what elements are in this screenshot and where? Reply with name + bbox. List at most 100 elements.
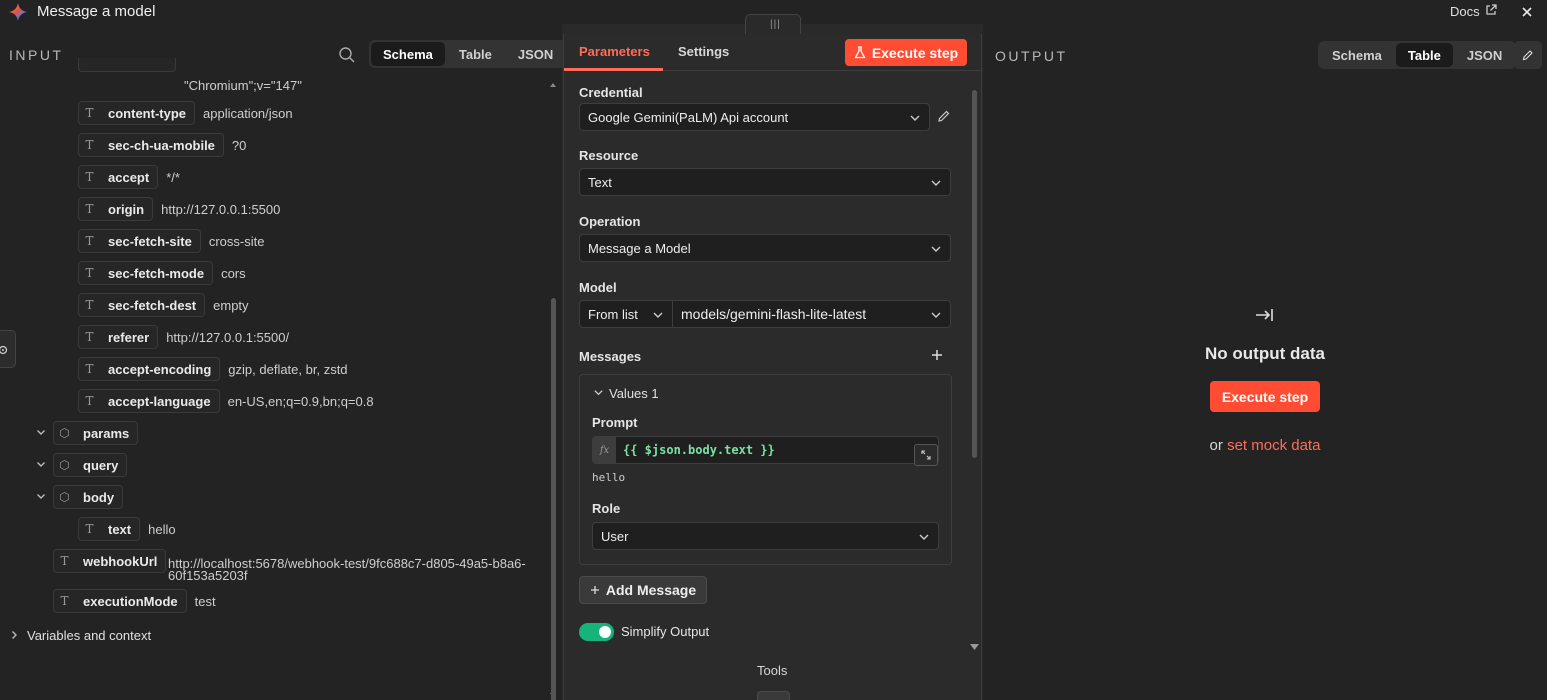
- object-type-icon: ⬡: [53, 453, 75, 477]
- schema-value: http://127.0.0.1:5500: [161, 201, 281, 217]
- schema-row[interactable]: Tsec-ch-ua-mobile ?0: [78, 133, 246, 157]
- schema-row[interactable]: Taccept-encoding gzip, deflate, br, zstd: [78, 357, 348, 381]
- schema-value: cross-site: [208, 233, 265, 249]
- schema-row[interactable]: TexecutionMode test: [53, 589, 216, 613]
- text-type-icon: T: [78, 133, 100, 157]
- scroll-up-icon[interactable]: [550, 82, 556, 88]
- fx-icon: fx: [593, 437, 616, 463]
- set-mock-data-link[interactable]: set mock data: [1227, 437, 1320, 454]
- add-message-label: Add Message: [605, 582, 697, 598]
- output-execute-step-button[interactable]: Execute step: [1210, 381, 1320, 412]
- chevron-down-icon[interactable]: [35, 490, 47, 502]
- schema-key[interactable]: sec-fetch-mode: [100, 261, 214, 285]
- output-panel: OUTPUT Schema Table JSON No output data …: [983, 24, 1547, 700]
- prompt-expression: {{ $json.body.text }}: [623, 443, 775, 457]
- text-type-icon: T: [78, 261, 100, 285]
- credential-label: Credential: [579, 85, 643, 100]
- operation-value: Message a Model: [588, 240, 691, 256]
- schema-row[interactable]: Tcontent-type application/json: [78, 101, 293, 125]
- values-group-label[interactable]: Values 1: [609, 386, 659, 401]
- input-tab-table[interactable]: Table: [447, 42, 504, 66]
- panel-drag-handle[interactable]: |||: [745, 14, 801, 34]
- tab-settings[interactable]: Settings: [678, 44, 729, 59]
- prompt-expression-field[interactable]: fx {{ $json.body.text }}: [592, 436, 939, 466]
- expand-editor-button[interactable]: [914, 444, 938, 466]
- model-label: Model: [579, 280, 617, 295]
- schema-row[interactable]: Ttext hello: [78, 517, 176, 541]
- grip-icon: |||: [770, 19, 781, 30]
- simplify-output-toggle[interactable]: [579, 623, 614, 641]
- resource-select[interactable]: Text: [579, 168, 951, 196]
- execute-step-button[interactable]: Execute step: [845, 39, 967, 66]
- text-type-icon: T: [78, 165, 100, 189]
- search-icon[interactable]: [338, 46, 356, 64]
- schema-row[interactable]: Treferer http://127.0.0.1:5500/: [78, 325, 289, 349]
- tab-parameters[interactable]: Parameters: [579, 44, 650, 59]
- chevron-down-icon[interactable]: [35, 458, 47, 470]
- schema-key[interactable]: content-type: [100, 101, 195, 125]
- schema-key[interactable]: sec-ch-ua-mobile: [100, 133, 224, 157]
- model-select[interactable]: models/gemini-flash-lite-latest: [672, 300, 951, 328]
- output-tab-schema[interactable]: Schema: [1320, 43, 1394, 67]
- external-link-icon[interactable]: [1484, 3, 1498, 17]
- plus-icon[interactable]: [931, 349, 943, 361]
- text-type-icon: T: [78, 293, 100, 317]
- prompt-label: Prompt: [592, 415, 638, 430]
- edit-output-button[interactable]: [1514, 41, 1542, 69]
- schema-value: gzip, deflate, br, zstd: [228, 361, 348, 377]
- add-message-button[interactable]: Add Message: [579, 576, 707, 604]
- text-type-icon: T: [78, 517, 100, 541]
- output-tab-table[interactable]: Table: [1395, 43, 1453, 67]
- schema-key[interactable]: accept-language: [100, 389, 220, 413]
- schema-key[interactable]: query: [75, 453, 128, 477]
- chevron-down-icon: [931, 246, 941, 252]
- text-type-icon: T: [78, 325, 100, 349]
- input-tab-json[interactable]: JSON: [506, 42, 565, 66]
- schema-row[interactable]: Taccept */*: [78, 165, 180, 189]
- schema-key[interactable]: body: [75, 485, 124, 509]
- chevron-down-icon: [931, 312, 941, 318]
- tools-add-button[interactable]: [757, 691, 790, 700]
- input-scroll-thumb[interactable]: [551, 298, 556, 700]
- schema-value: cors: [221, 265, 246, 281]
- edit-credential-icon[interactable]: [937, 109, 951, 123]
- schema-key[interactable]: referer: [100, 325, 159, 349]
- text-type-icon: T: [78, 197, 100, 221]
- schema-row[interactable]: ⬡ query: [53, 453, 128, 477]
- credential-select[interactable]: Google Gemini(PaLM) Api account: [579, 103, 930, 131]
- operation-select[interactable]: Message a Model: [579, 234, 951, 262]
- chevron-right-icon[interactable]: [8, 629, 20, 641]
- panel-edge-handle[interactable]: [0, 330, 16, 368]
- schema-key[interactable]: webhookUrl: [75, 549, 167, 573]
- schema-key[interactable]: accept-encoding: [100, 357, 221, 381]
- schema-row[interactable]: ⬡ params: [53, 421, 139, 445]
- chevron-down-icon[interactable]: [35, 426, 47, 438]
- params-scroll-thumb[interactable]: [972, 90, 977, 458]
- schema-key[interactable]: text: [100, 517, 141, 541]
- input-tab-schema[interactable]: Schema: [371, 42, 445, 66]
- role-select[interactable]: User: [592, 522, 939, 550]
- schema-key[interactable]: sec-fetch-site: [100, 229, 201, 253]
- schema-row[interactable]: Tsec-fetch-site cross-site: [78, 229, 264, 253]
- variables-context-toggle[interactable]: Variables and context: [27, 628, 151, 643]
- schema-key[interactable]: accept: [100, 165, 159, 189]
- schema-key[interactable]: origin: [100, 197, 154, 221]
- schema-row[interactable]: Tsec-fetch-dest empty: [78, 293, 249, 317]
- docs-link[interactable]: Docs: [1450, 4, 1480, 19]
- text-type-icon: T: [78, 357, 100, 381]
- clipped-node: [78, 58, 176, 72]
- schema-row[interactable]: TwebhookUrl: [53, 549, 167, 573]
- chevron-down-icon[interactable]: [593, 387, 604, 398]
- message-values-group: Values 1 Prompt fx {{ $json.body.text }}…: [579, 374, 952, 565]
- schema-key[interactable]: executionMode: [75, 589, 187, 613]
- output-tab-json[interactable]: JSON: [1455, 43, 1514, 67]
- schema-row[interactable]: Torigin http://127.0.0.1:5500: [78, 197, 280, 221]
- schema-row[interactable]: Taccept-language en-US,en;q=0.9,bn;q=0.8: [78, 389, 374, 413]
- schema-row[interactable]: ⬡ body: [53, 485, 124, 509]
- scroll-down-icon[interactable]: [970, 644, 979, 651]
- close-icon[interactable]: [1518, 3, 1536, 21]
- schema-key[interactable]: params: [75, 421, 139, 445]
- schema-row[interactable]: Tsec-fetch-mode cors: [78, 261, 246, 285]
- schema-key[interactable]: sec-fetch-dest: [100, 293, 206, 317]
- model-mode-select[interactable]: From list: [579, 300, 673, 328]
